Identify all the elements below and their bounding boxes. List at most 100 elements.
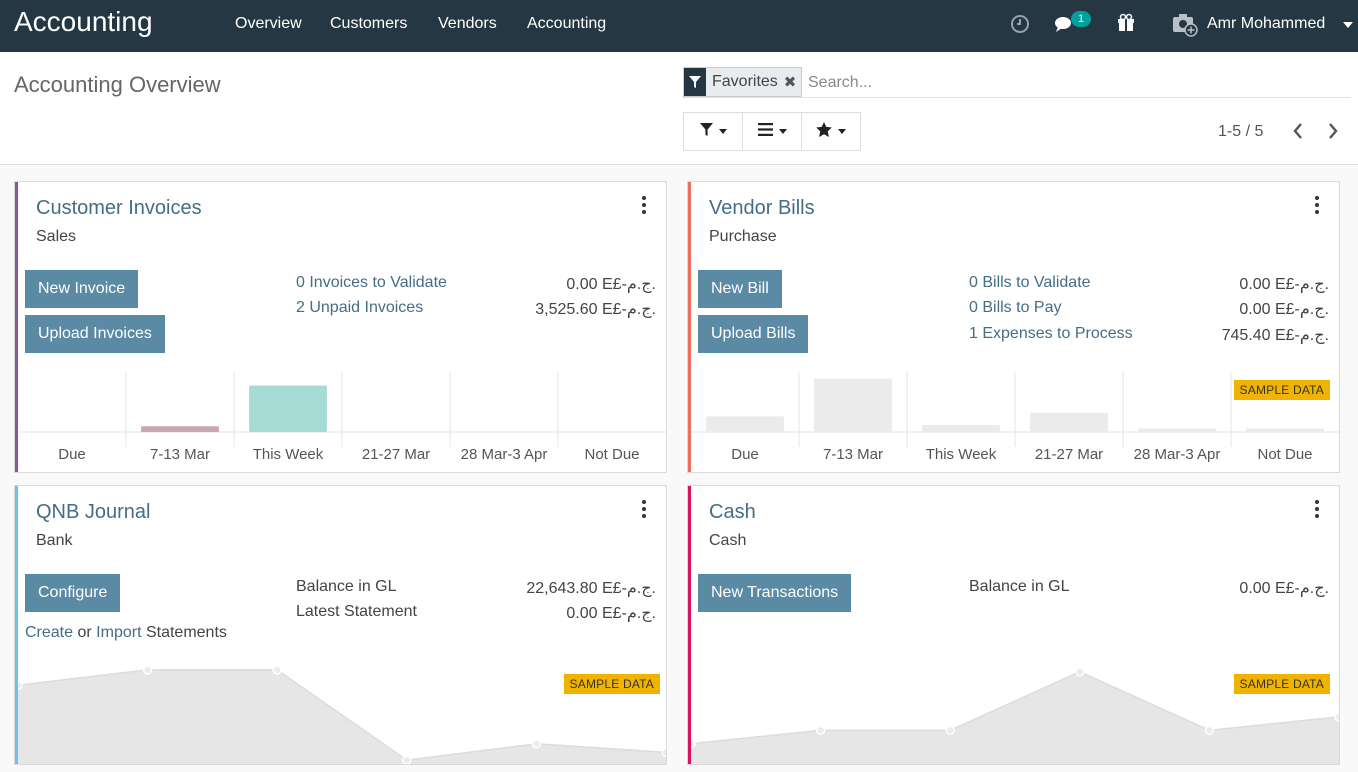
close-icon[interactable]: ✖ [782, 68, 802, 96]
chart-tick-label: 28 Mar-3 Apr [461, 446, 548, 463]
bills-to-pay-link[interactable]: 0 Bills to Pay [969, 299, 1061, 317]
card-subtitle: Cash [709, 532, 747, 549]
chart-tick-label: Not Due [1257, 446, 1312, 463]
user-name[interactable]: Amr Mohammed [1207, 15, 1325, 33]
list-icon [757, 122, 773, 141]
chart-point[interactable] [272, 665, 282, 675]
latest-statement-amount: 0.00 E£-ج.م. [566, 605, 656, 622]
bills-to-validate-amount: 0.00 E£-ج.م. [1239, 276, 1329, 293]
card-subtitle: Bank [36, 532, 73, 549]
chevron-left-icon [1293, 123, 1302, 139]
or-text: or [77, 624, 92, 641]
gift-icon[interactable] [1114, 12, 1138, 36]
card-menu-icon[interactable] [640, 196, 648, 214]
favorites-button[interactable] [801, 112, 861, 151]
chart-bar[interactable] [1030, 412, 1108, 432]
menu-accounting[interactable]: Accounting [527, 15, 606, 33]
new-bill-button[interactable]: New Bill [698, 270, 782, 308]
invoices-to-validate-link[interactable]: 0 Invoices to Validate [296, 274, 447, 292]
bills-to-pay-amount: 0.00 E£-ج.م. [1239, 301, 1329, 318]
statements-text: Statements [145, 624, 227, 641]
chart-point[interactable] [815, 725, 826, 736]
chart-point[interactable] [1075, 667, 1085, 677]
card-title[interactable]: Customer Invoices [36, 197, 202, 220]
journal-dashboard: Customer Invoices Sales New Invoice Uplo… [0, 166, 1358, 772]
upload-invoices-button[interactable]: Upload Invoices [25, 315, 165, 353]
chart-tick-label: Not Due [584, 446, 639, 463]
configure-button[interactable]: Configure [25, 574, 121, 612]
chart-point[interactable] [1204, 725, 1215, 736]
card-title[interactable]: QNB Journal [36, 501, 151, 524]
chart-bar[interactable] [141, 426, 219, 432]
chart-bar[interactable] [1138, 428, 1216, 432]
chart-bar[interactable] [814, 378, 892, 432]
group-by-button[interactable] [742, 112, 802, 151]
top-navbar: Accounting Overview Customers Vendors Ac… [0, 0, 1358, 52]
bills-bar-chart[interactable]: Due 7-13 Mar This Week 21-27 Mar 28 Mar-3 Ap… [691, 372, 1339, 472]
chevron-right-icon [1329, 123, 1338, 139]
facet-label: Favorites [712, 73, 778, 90]
pager-previous-button[interactable] [1286, 119, 1310, 143]
filter-icon [684, 68, 706, 96]
chart-point[interactable] [18, 680, 23, 690]
menu-customers[interactable]: Customers [330, 15, 407, 33]
chart-point[interactable] [142, 665, 153, 675]
chart-tick-label: 21-27 Mar [1035, 446, 1103, 463]
cash-area-chart[interactable] [691, 664, 1339, 764]
new-transactions-button[interactable]: New Transactions [698, 574, 852, 612]
balance-in-gl-amount: 0.00 E£-ج.م. [1239, 580, 1329, 597]
chart-point[interactable] [661, 747, 666, 758]
import-statement-link[interactable]: Import [96, 624, 141, 641]
chart-bar[interactable] [922, 425, 1000, 432]
pager-value[interactable]: 1-5 / 5 [1218, 123, 1263, 141]
search-input[interactable] [808, 74, 1328, 92]
upload-bills-button[interactable]: Upload Bills [698, 315, 809, 353]
chart-point[interactable] [945, 725, 955, 736]
chart-tick-label: Due [58, 446, 86, 463]
chart-point[interactable] [1334, 712, 1339, 722]
invoices-to-validate-amount: 0.00 E£-ج.م. [566, 276, 656, 293]
card-menu-icon[interactable] [1313, 500, 1321, 518]
user-menu-caret-icon[interactable] [1343, 22, 1353, 28]
journal-card-customer-invoices: Customer Invoices Sales New Invoice Uplo… [14, 181, 667, 473]
invoices-bar-chart[interactable]: Due 7-13 Mar This Week 21-27 Mar 28 Mar-3 Ap… [18, 372, 666, 472]
app-brand[interactable]: Accounting [14, 6, 153, 38]
chart-bar[interactable] [1246, 428, 1324, 432]
balance-in-gl-label: Balance in GL [969, 578, 1070, 595]
chart-area [691, 671, 1339, 764]
control-panel: Accounting Overview Favorites ✖ 1-5 / 5 [0, 52, 1358, 165]
journal-card-vendor-bills: Vendor Bills Purchase New Bill Upload Bi… [687, 181, 1340, 473]
new-invoice-button[interactable]: New Invoice [25, 270, 139, 308]
chart-point[interactable] [402, 755, 412, 764]
chart-tick-label: 7-13 Mar [150, 446, 210, 463]
chart-tick-label: This Week [926, 446, 997, 463]
page-title: Accounting Overview [14, 72, 221, 97]
card-subtitle: Purchase [709, 228, 777, 245]
expenses-to-process-link[interactable]: 1 Expenses to Process [969, 325, 1133, 343]
pager-next-button[interactable] [1321, 119, 1345, 143]
card-title[interactable]: Cash [709, 501, 756, 524]
menu-overview[interactable]: Overview [235, 15, 302, 33]
filters-button[interactable] [683, 112, 743, 151]
clock-icon[interactable] [1008, 12, 1032, 36]
bank-area-chart[interactable] [18, 664, 666, 764]
caret-down-icon [718, 129, 727, 134]
search-facet[interactable]: Favorites ✖ [683, 67, 803, 97]
chart-bar[interactable] [706, 416, 784, 432]
create-statement-link[interactable]: Create [25, 624, 73, 641]
card-subtitle: Sales [36, 228, 77, 245]
chart-point[interactable] [531, 739, 542, 749]
avatar-camera-icon[interactable] [1171, 10, 1199, 38]
chart-tick-label: 28 Mar-3 Apr [1134, 446, 1221, 463]
chart-tick-label: 21-27 Mar [362, 446, 430, 463]
card-title[interactable]: Vendor Bills [709, 197, 815, 220]
expenses-to-process-amount: 745.40 E£-ج.م. [1221, 327, 1329, 344]
chart-point[interactable] [691, 739, 696, 749]
chart-tick-label: This Week [253, 446, 324, 463]
menu-vendors[interactable]: Vendors [438, 15, 497, 33]
card-menu-icon[interactable] [1313, 196, 1321, 214]
unpaid-invoices-link[interactable]: 2 Unpaid Invoices [296, 299, 423, 317]
bills-to-validate-link[interactable]: 0 Bills to Validate [969, 274, 1091, 292]
card-menu-icon[interactable] [640, 500, 648, 518]
chart-bar[interactable] [249, 385, 327, 432]
